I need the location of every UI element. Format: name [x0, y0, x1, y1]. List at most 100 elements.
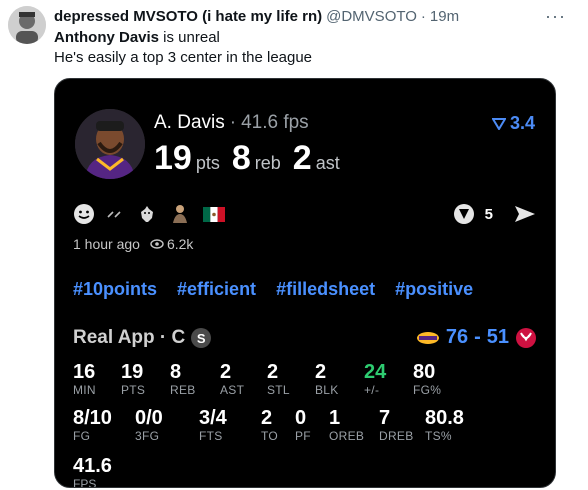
stat-label: TS%	[425, 429, 452, 443]
app-row: Real App · C S 76 - 51	[73, 326, 537, 350]
home-score: 76	[445, 326, 469, 348]
tweet-line-2: He's easily a top 3 center in the league	[54, 49, 313, 66]
stat-cell: 80 FG%	[413, 361, 441, 397]
display-name[interactable]: depressed MVSOTO (i hate my life rn)	[54, 8, 322, 25]
stat-cell: 19 PTS	[121, 361, 145, 397]
name-separator: ·	[229, 112, 237, 133]
stat-cell: 2 AST	[220, 361, 244, 397]
stat-cell: 3/4 FTS	[199, 407, 227, 443]
stat-label: FG	[73, 429, 91, 443]
stat-label: +/-	[364, 383, 380, 397]
stat-value: 0	[295, 407, 307, 429]
person-icon[interactable]	[169, 203, 191, 225]
app-label: Real App · C	[73, 327, 186, 348]
smile-icon[interactable]	[73, 203, 95, 225]
stat-value: 1	[329, 407, 341, 429]
lakers-logo	[416, 331, 439, 344]
stat-value: 2	[315, 361, 327, 383]
reaction-icon[interactable]	[453, 203, 475, 225]
goat-icon[interactable]	[137, 204, 157, 224]
stat-label: PTS	[121, 383, 146, 397]
stat-value: 80	[413, 361, 436, 383]
raptors-logo	[516, 327, 536, 348]
reactions-row	[73, 203, 225, 225]
player-name-row: A. Davis · 41.6 fps	[154, 112, 309, 134]
stat-value: 2	[261, 407, 273, 429]
share-icon[interactable]	[513, 204, 537, 224]
tweet-line-1-rest: is unreal	[159, 29, 220, 46]
stat-label: FG%	[413, 383, 442, 397]
stat-label: REB	[170, 383, 196, 397]
stat-cell: 2 BLK	[315, 361, 339, 397]
stat-value: 2	[267, 361, 279, 383]
hashtag[interactable]: #positive	[395, 279, 473, 300]
boost-value: 3.4	[509, 113, 535, 133]
stat-cell: 16 MIN	[73, 361, 96, 397]
stat-cell: 24 +/-	[364, 361, 386, 397]
away-score: 51	[486, 326, 509, 348]
stat-value: 19	[121, 361, 144, 383]
stat-value: 7	[379, 407, 391, 429]
tweet: depressed MVSOTO (i hate my life rn) @DM…	[0, 0, 588, 490]
reb-value: 8	[231, 139, 251, 177]
stat-value: 16	[73, 361, 96, 383]
user-avatar[interactable]	[8, 6, 46, 44]
stat-label: FTS	[199, 429, 223, 443]
stat-value: 2	[220, 361, 232, 383]
stat-cell: 2 TO	[261, 407, 278, 443]
stat-value: 24	[364, 361, 387, 383]
stat-label: TO	[261, 429, 279, 443]
tweet-header: depressed MVSOTO (i hate my life rn) @DM…	[54, 8, 568, 28]
stat-cell: 7 DREB	[379, 407, 414, 443]
ast-value: 2	[292, 139, 312, 177]
stat-cell: 0/0 3FG	[135, 407, 163, 443]
stat-cell: 0 PF	[295, 407, 311, 443]
player-name: A. Davis	[154, 112, 225, 133]
views-count: 6.2k	[166, 236, 194, 252]
hashtag[interactable]: #filledsheet	[276, 279, 375, 300]
eye-icon	[150, 239, 164, 249]
stats-card-image[interactable]: A. Davis · 41.6 fps 3.4 19 pts 8 reb 2 ast …	[54, 78, 556, 488]
post-meta: 1 hour ago 6.2k	[73, 236, 193, 252]
mention-name: Anthony Davis	[54, 29, 160, 46]
stat-value: 8/10	[73, 407, 112, 429]
hashtag[interactable]: #10points	[73, 279, 157, 300]
stat-cell: 8 REB	[170, 361, 196, 397]
more-options-icon[interactable]: ···	[545, 6, 566, 27]
pts-value: 19	[154, 139, 192, 177]
player-fps: 41.6 fps	[241, 112, 309, 133]
stat-value: 8	[170, 361, 182, 383]
separator-dot: ·	[420, 8, 426, 25]
fps-label: FPS	[73, 477, 97, 488]
user-handle[interactable]: @DMVSOTO	[326, 8, 417, 25]
pts-unit: pts	[195, 153, 220, 173]
player-photo	[75, 109, 145, 179]
stat-cell: 1 OREB	[329, 407, 364, 443]
stat-label: BLK	[315, 383, 339, 397]
headline-stats: 19 pts 8 reb 2 ast	[154, 139, 340, 178]
tweet-line-1: Anthony Davis is unreal	[54, 28, 312, 48]
boost-badge: 3.4	[491, 113, 535, 134]
reactions-right: 5	[453, 203, 537, 225]
stat-cell: 8/10 FG	[73, 407, 112, 443]
ast-unit: ast	[315, 153, 340, 173]
stats-row-1: 16 MIN 19 PTS 8 REB 2 AST 2 STL 2 BLK 24 +/- 80…	[73, 361, 537, 401]
hashtag[interactable]: #efficient	[177, 279, 256, 300]
hashtags: #10points #efficient #filledsheet #posit…	[73, 279, 473, 300]
stat-label: STL	[267, 383, 290, 397]
tweet-time[interactable]: 19m	[430, 8, 459, 25]
stat-label: AST	[220, 383, 245, 397]
fps-value: 41.6	[73, 455, 112, 477]
mexico-flag-icon[interactable]	[203, 206, 225, 222]
stats-row-2: 8/10 FG 0/0 3FG 3/4 FTS 2 TO 0 PF 1 OREB 7 DREB…	[73, 407, 537, 447]
stat-cell: 2 STL	[267, 361, 290, 397]
reaction-count: 5	[484, 205, 493, 223]
boost-icon	[491, 117, 506, 130]
stat-value: 3/4	[199, 407, 227, 429]
stat-value: 0/0	[135, 407, 163, 429]
reb-unit: reb	[254, 153, 281, 173]
score-separator: -	[474, 326, 481, 348]
posted-time: 1 hour ago	[73, 236, 140, 252]
stat-label: MIN	[73, 383, 96, 397]
game-score: 76 - 51	[416, 326, 537, 349]
